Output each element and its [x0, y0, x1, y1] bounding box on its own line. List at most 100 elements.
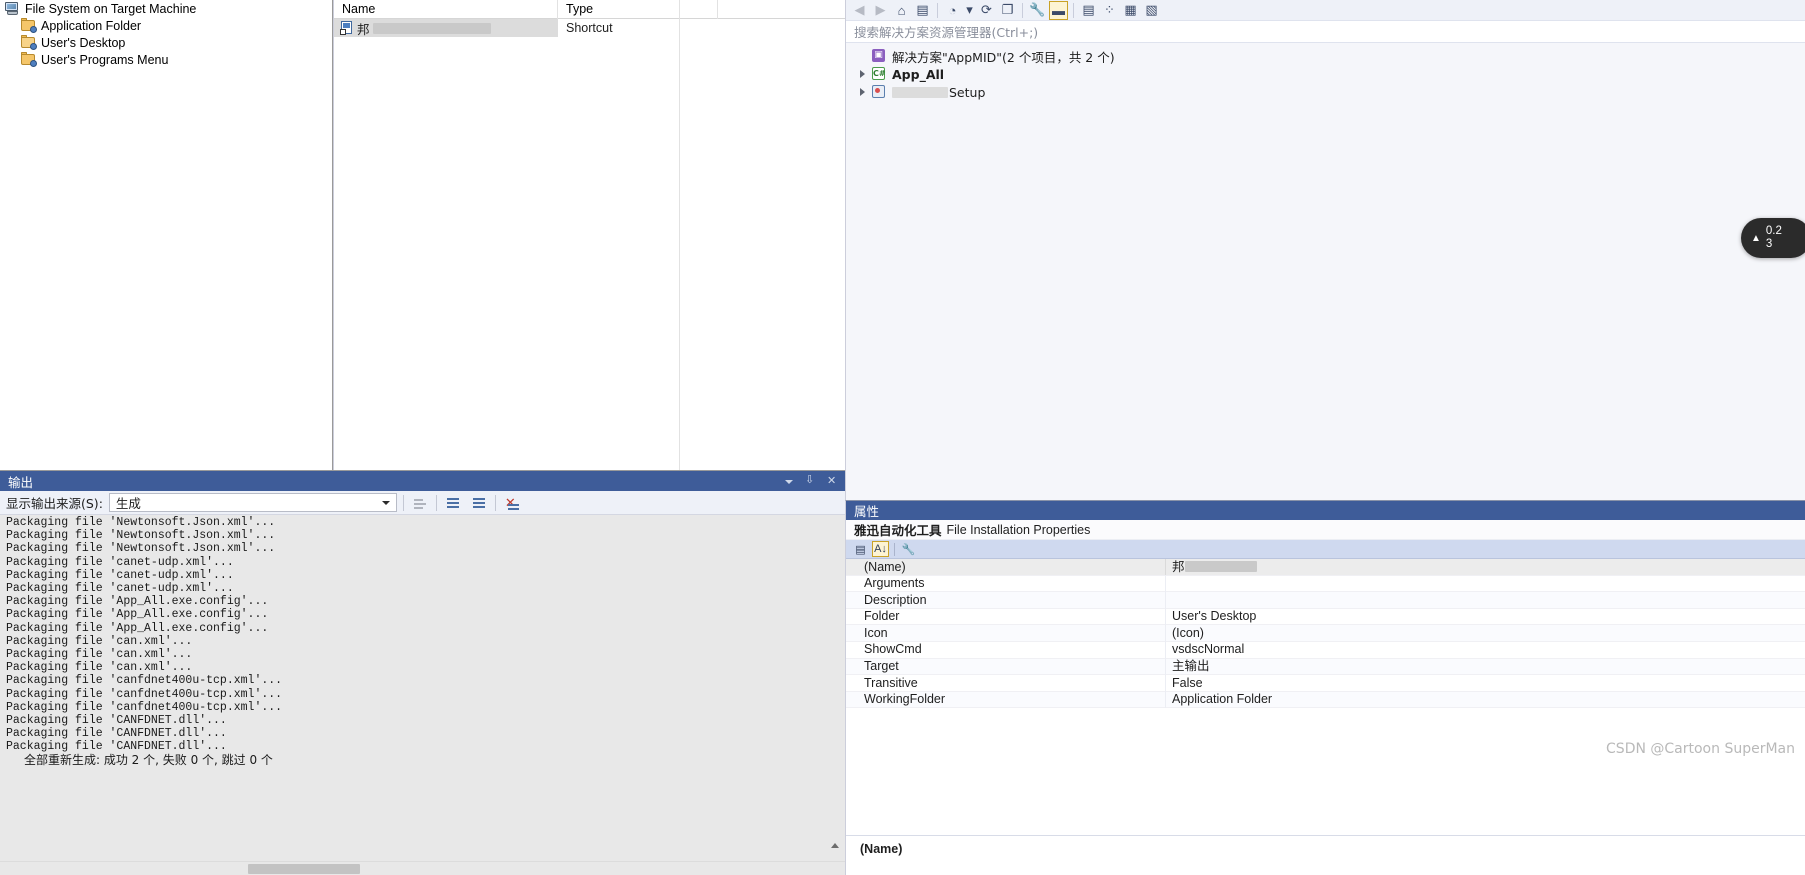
output-log[interactable]: Packaging file 'Newtonsoft.Json.xml'... P…	[0, 515, 845, 861]
property-description-text	[860, 858, 1805, 870]
property-pages-wrench-icon[interactable]: 🔧	[900, 541, 917, 557]
log-line: Packaging file 'App_All.exe.config'...	[6, 608, 269, 622]
show-all-files-icon[interactable]: ▬	[1049, 0, 1068, 20]
forward-icon[interactable]: ▶	[871, 1, 890, 20]
sync-with-active-document-icon[interactable]: ▤	[913, 1, 932, 20]
solution-node[interactable]: ▣ 解决方案"AppMID"(2 个项目，共 2 个)	[846, 47, 1805, 65]
property-row-arguments[interactable]: Arguments	[846, 575, 1805, 593]
back-icon[interactable]: ◀	[850, 1, 869, 20]
home-icon[interactable]: ⌂	[892, 1, 911, 20]
preview-selected-items-icon[interactable]: ▤	[1079, 1, 1098, 20]
property-row-workingfolder[interactable]: WorkingFolder Application Folder	[846, 691, 1805, 709]
log-line: Packaging file 'canet-udp.xml'...	[6, 582, 234, 596]
log-line: Packaging file 'can.xml'...	[6, 634, 193, 648]
property-row-name[interactable]: (Name) 邦	[846, 558, 1805, 576]
view-designer-icon[interactable]: ▧	[1142, 1, 1161, 20]
property-value[interactable]: vsdscNormal	[1166, 641, 1805, 658]
add-new-item-icon[interactable]: ⁘	[1100, 1, 1119, 20]
column-header-name[interactable]: Name	[334, 0, 558, 19]
notification-toast[interactable]: ▲ 0.2 3	[1741, 218, 1805, 258]
setup-project-icon	[870, 84, 888, 100]
project-node-app-all[interactable]: C# App_All	[846, 65, 1805, 83]
property-name: (Name)	[846, 558, 1166, 576]
go-to-previous-message-icon[interactable]	[443, 493, 463, 513]
file-name-cell[interactable]: 邦	[334, 19, 558, 37]
tree-item-label: File System on Target Machine	[25, 1, 197, 16]
folder-icon	[20, 52, 37, 67]
clear-all-icon[interactable]: ✕	[502, 493, 522, 513]
chevron-right-icon[interactable]	[856, 65, 870, 83]
property-row-showcmd[interactable]: ShowCmd vsdscNormal	[846, 641, 1805, 659]
pending-changes-filter-icon[interactable]: ◔	[943, 1, 962, 20]
log-line: Packaging file 'App_All.exe.config'...	[6, 595, 269, 609]
window-menu-icon[interactable]	[783, 474, 795, 488]
output-panel: 输出 显示输出来源(S): 生成	[0, 470, 845, 875]
property-value[interactable]: False	[1166, 675, 1805, 692]
property-value[interactable]: Application Folder	[1166, 691, 1805, 708]
table-row[interactable]: 邦 Shortcut	[334, 19, 845, 37]
properties-grid: (Name) 邦 Arguments Description Folder Us…	[846, 558, 1805, 709]
tree-item-application-folder[interactable]: Application Folder	[0, 17, 333, 34]
toolbar-separator	[937, 2, 938, 18]
output-scroll-up-arrow[interactable]	[829, 839, 841, 851]
solution-explorer-search-input[interactable]: 搜索解决方案资源管理器(Ctrl+;)	[846, 21, 1805, 43]
scrollbar-thumb[interactable]	[248, 864, 360, 874]
collapse-all-icon[interactable]: ❐	[998, 1, 1017, 20]
property-name: Arguments	[846, 575, 1166, 592]
pin-icon[interactable]	[805, 473, 817, 488]
output-panel-title-bar: 输出	[0, 471, 845, 491]
solution-icon: ▣	[870, 48, 888, 64]
project-node-setup[interactable]: Setup	[846, 83, 1805, 101]
property-value[interactable]: User's Desktop	[1166, 608, 1805, 625]
property-name: Icon	[846, 624, 1166, 642]
categorized-icon[interactable]: ▤	[852, 541, 869, 557]
chevron-down-icon	[381, 500, 390, 505]
properties-object-name: 雅迅自动化工具	[854, 523, 942, 538]
build-summary-line: 全部重新生成: 成功 2 个, 失败 0 个, 跳过 0 个	[24, 752, 273, 767]
property-row-target[interactable]: Target 主输出	[846, 658, 1805, 676]
output-horizontal-scrollbar[interactable]	[0, 861, 845, 875]
property-row-folder[interactable]: Folder User's Desktop	[846, 608, 1805, 626]
log-line: Packaging file 'canfdnet400u-tcp.xml'...	[6, 700, 283, 714]
computer-icon	[4, 1, 21, 16]
property-value[interactable]: 主输出	[1166, 658, 1805, 675]
close-icon[interactable]	[827, 474, 839, 488]
tree-item-users-desktop[interactable]: User's Desktop	[0, 34, 333, 51]
toolbar-separator	[1022, 2, 1023, 18]
toolbar-separator	[1073, 2, 1074, 18]
properties-wrench-icon[interactable]: 🔧	[1028, 1, 1047, 20]
toast-value-download: 3	[1765, 238, 1773, 250]
output-source-select[interactable]: 生成	[108, 493, 397, 512]
tree-item-label: User's Programs Menu	[41, 52, 169, 67]
property-value[interactable]	[1166, 592, 1805, 609]
chevron-right-icon[interactable]	[856, 83, 870, 101]
solution-node-label: 解决方案"AppMID"(2 个项目，共 2 个)	[892, 49, 1115, 65]
property-row-description[interactable]: Description	[846, 591, 1805, 609]
properties-title-bar: 属性	[846, 501, 1805, 520]
jump-to-source-icon[interactable]	[410, 493, 430, 513]
property-row-transitive[interactable]: Transitive False	[846, 674, 1805, 692]
go-to-next-message-icon[interactable]	[469, 493, 489, 513]
log-line: Packaging file 'canet-udp.xml'...	[6, 555, 234, 569]
tree-item-users-programs-menu[interactable]: User's Programs Menu	[0, 51, 333, 68]
file-system-list-pane: Name Type 邦 Shortcut	[334, 0, 845, 470]
property-value[interactable]: (Icon)	[1166, 625, 1805, 642]
output-source-value: 生成	[115, 496, 141, 511]
output-panel-title: 输出	[8, 474, 34, 490]
log-line: Packaging file 'CANFDNET.dll'...	[6, 714, 227, 728]
property-value[interactable]	[1166, 575, 1805, 592]
column-header-type[interactable]: Type	[558, 0, 718, 19]
tree-item-label: Application Folder	[41, 18, 142, 33]
watermark: CSDN @Cartoon SuperMan	[1606, 741, 1795, 757]
log-line: Packaging file 'can.xml'...	[6, 648, 193, 662]
tree-item-file-system-on-target-machine[interactable]: File System on Target Machine	[0, 0, 333, 17]
view-code-icon[interactable]: ▦	[1121, 1, 1140, 20]
toolbar-separator	[435, 494, 437, 511]
alphabetical-sort-icon[interactable]: A↓	[872, 541, 889, 557]
property-value[interactable]: 邦	[1166, 559, 1805, 576]
filter-dropdown-icon[interactable]: ▾	[964, 1, 975, 20]
property-row-icon[interactable]: Icon (Icon)	[846, 624, 1805, 642]
list-pane-divider	[679, 0, 680, 470]
log-line: Packaging file 'Newtonsoft.Json.xml'...	[6, 516, 276, 529]
refresh-icon[interactable]: ⟳	[977, 1, 996, 20]
